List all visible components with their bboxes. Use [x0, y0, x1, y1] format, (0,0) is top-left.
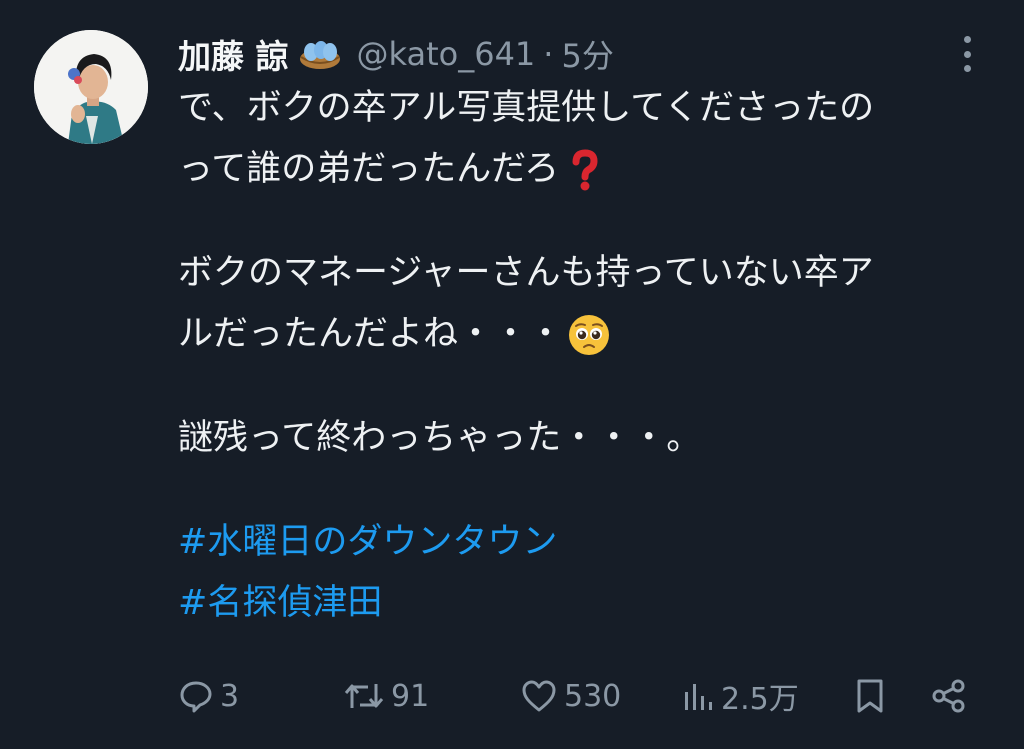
separator: ·: [543, 35, 554, 73]
tweet-line: って誰の弟だったんだろ: [178, 139, 998, 200]
views-button[interactable]: 2.5万: [681, 668, 799, 724]
reply-button[interactable]: 3: [178, 668, 239, 724]
action-bar: 3 91 530 2.5万: [178, 668, 978, 724]
tweet-line: ボクのマネージャーさんも持っていない卒ア: [178, 253, 874, 293]
tweet-line: ルだったんだよね・・・: [178, 304, 998, 365]
share-icon: [930, 677, 968, 715]
hashtag-link[interactable]: #名探偵津田: [178, 573, 382, 634]
tweet-line: 謎残って終わっちゃった・・・。: [178, 418, 702, 458]
reply-count: 3: [220, 678, 240, 714]
tweet-body: で、ボクの卒アル写真提供してくださったの って誰の弟だったんだろ ボクのマネージ…: [178, 78, 998, 634]
tweet-header: 加藤 諒 @kato_641 · 5分: [178, 30, 614, 78]
views-count: 2.5万: [721, 682, 799, 717]
retweet-icon: [343, 678, 385, 714]
hashtag-line: #水曜日のダウンタウン: [178, 512, 998, 573]
views-icon: [681, 678, 715, 714]
author-handle[interactable]: @kato_641: [357, 35, 536, 73]
retweet-button[interactable]: 91: [343, 668, 429, 724]
like-button[interactable]: 530: [520, 668, 621, 724]
bookmark-button[interactable]: [854, 668, 886, 724]
share-button[interactable]: [930, 668, 968, 724]
tweet-time[interactable]: 5分: [561, 31, 613, 77]
tweet-line: で、ボクの卒アル写真提供してくださったの: [178, 88, 875, 128]
reply-icon: [178, 678, 214, 714]
retweet-count: 91: [391, 678, 430, 714]
like-count: 530: [564, 678, 622, 714]
pleading-face-icon: [567, 313, 611, 357]
hashtag-link[interactable]: #水曜日のダウンタウン: [178, 512, 557, 573]
more-vertical-icon[interactable]: [950, 34, 984, 74]
avatar[interactable]: [34, 30, 148, 144]
hashtag-line: #名探偵津田: [178, 573, 998, 634]
author-name[interactable]: 加藤 諒: [178, 30, 289, 78]
heart-icon: [520, 678, 558, 714]
bookmark-icon: [854, 677, 886, 715]
nest-badge-icon: [297, 37, 343, 71]
red-question-mark-icon: [563, 148, 607, 192]
